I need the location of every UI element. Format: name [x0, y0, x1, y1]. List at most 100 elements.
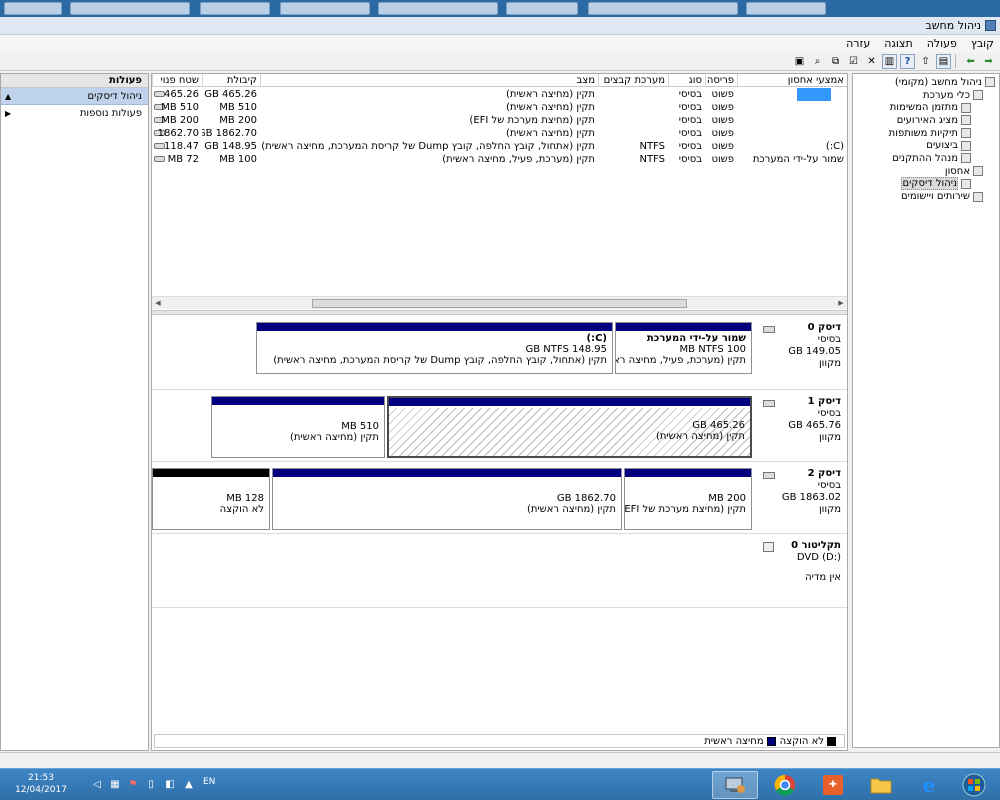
- tree-node[interactable]: ניהול מחשב (מקומי): [855, 76, 995, 89]
- taskbar-app[interactable]: ✚: [810, 771, 856, 799]
- volume-row[interactable]: פשוט בסיסי תקין (מחיצה ראשית) 510 MB 510 MB: [152, 101, 847, 114]
- col-free-space[interactable]: שטח פנוי: [152, 74, 202, 87]
- tree-node[interactable]: כלי מערכת: [855, 89, 995, 102]
- action-disk-management[interactable]: ניהול דיסקים ▲: [1, 88, 148, 105]
- disk-row: דיסק 1 בסיסי 465.76 GB מקוון 465.26 GB ת…: [152, 392, 847, 462]
- volume-row[interactable]: פשוט בסיסי תקין (מחיצת מערכת של EFI) 200 MB…: [152, 114, 847, 127]
- action-center-icon[interactable]: ⚑: [126, 777, 140, 791]
- volume-cell-status: תקין (מחיצה ראשית): [505, 128, 595, 139]
- tray-app-icon[interactable]: ◧: [163, 777, 177, 791]
- language-indicator[interactable]: EN: [203, 777, 215, 787]
- menu-file[interactable]: קובץ: [971, 37, 994, 50]
- col-layout[interactable]: פריסה: [705, 74, 737, 87]
- volume-icon[interactable]: ◁: [90, 777, 104, 791]
- tree-node-label: תיקיות משותפות: [888, 127, 958, 139]
- volume-row[interactable]: פשוט בסיסי תקין (מחיצה ראשית) 465.26 GB 465.…: [152, 88, 847, 101]
- partition-c-drive[interactable]: (C:) 148.95 GB NTFS תקין (אתחול, קובץ הח…: [256, 322, 613, 374]
- forward-arrow-icon[interactable]: ⬅: [963, 54, 978, 69]
- browser-tab[interactable]: [506, 2, 578, 15]
- dvd-drive-icon: [763, 542, 774, 552]
- back-arrow-icon[interactable]: ➡: [981, 54, 996, 69]
- disk-icon[interactable]: ▣: [792, 54, 807, 69]
- tree-node[interactable]: ניהול דיסקים: [855, 177, 995, 191]
- submenu-arrow-icon[interactable]: ▶: [5, 105, 11, 122]
- tree-node[interactable]: שירותים ויישומים: [855, 190, 995, 203]
- taskbar-internet-explorer[interactable]: e: [906, 771, 952, 799]
- partition-title: שמור על-ידי המערכת: [646, 333, 746, 344]
- volume-cell-type: בסיסי: [678, 102, 702, 113]
- browser-tab[interactable]: [70, 2, 190, 15]
- col-status[interactable]: מצב: [260, 74, 598, 87]
- properties-icon[interactable]: ☑: [846, 54, 861, 69]
- partition-status: תקין (מחיצה ראשית): [655, 431, 745, 442]
- volume-cell-fs: [598, 88, 668, 101]
- console-tree-icon[interactable]: ⇧: [918, 54, 933, 69]
- tree-node[interactable]: מנהל ההתקנים: [855, 152, 995, 165]
- col-filesystem[interactable]: מערכת קבצים: [598, 74, 668, 87]
- tree-node[interactable]: אחסון: [855, 165, 995, 178]
- menu-help[interactable]: עזרה: [846, 37, 870, 50]
- col-volume[interactable]: אמצעי אחסון: [737, 74, 847, 87]
- disk-label[interactable]: דיסק 0 בסיסי 149.05 GB מקוון: [757, 322, 845, 374]
- tools-icon: [973, 90, 983, 101]
- usb-device-icon[interactable]: ▯: [144, 777, 158, 791]
- windows-start-icon: [962, 773, 986, 797]
- delete-icon[interactable]: ✕: [864, 54, 879, 69]
- horizontal-scrollbar[interactable]: ◀ ▶: [152, 296, 847, 309]
- partition[interactable]: 510 MB תקין (מחיצה ראשית): [211, 396, 385, 458]
- partition[interactable]: 1862.70 GB תקין (מחיצה ראשית): [272, 468, 622, 530]
- start-button[interactable]: [954, 771, 994, 799]
- taskbar: 21:53 12/04/2017 ◁ ▦ ⚑ ▯ ◧ ▲ EN ✚ e: [0, 768, 1000, 800]
- dvd-label[interactable]: תקליטור 0 DVD (D:) אין מדיה: [757, 540, 845, 600]
- format-icon[interactable]: ⧉: [828, 54, 843, 69]
- partition-unallocated[interactable]: 128 MB לא הוקצה: [152, 468, 270, 530]
- disk-label[interactable]: דיסק 1 בסיסי 465.76 GB מקוון: [757, 396, 845, 448]
- scroll-left-icon[interactable]: ◀: [152, 297, 164, 310]
- partition-status: תקין (מחיצה ראשית): [526, 504, 616, 515]
- partition-efi[interactable]: 200 MB תקין (מחיצת מערכת של EFI): [624, 468, 752, 530]
- search-icon[interactable]: ⌕: [810, 54, 825, 69]
- partition-selected[interactable]: 465.26 GB תקין (מחיצה ראשית): [387, 396, 752, 458]
- tree-node[interactable]: מציג האירועים: [855, 114, 995, 127]
- tree-node[interactable]: ביצועים: [855, 139, 995, 152]
- browser-tab[interactable]: [588, 2, 738, 15]
- col-capacity[interactable]: קיבולת: [202, 74, 260, 87]
- disk-label[interactable]: דיסק 2 בסיסי 1863.02 GB מקוון: [757, 468, 845, 520]
- volume-cell-type: בסיסי: [678, 141, 702, 152]
- partition-system-reserved[interactable]: שמור על-ידי המערכת 100 MB NTFS תקין (מער…: [615, 322, 752, 374]
- volume-row[interactable]: שמור על-ידי המערכת פשוט בסיסי NTFS תקין (מער…: [152, 153, 847, 166]
- pane-splitter[interactable]: [152, 310, 847, 315]
- partition-size: 148.95 GB NTFS: [525, 344, 608, 355]
- menu-view[interactable]: תצוגה: [884, 37, 912, 50]
- app-icon: ✚: [823, 775, 843, 795]
- taskbar-computer-management[interactable]: [712, 771, 758, 799]
- browser-tab[interactable]: [378, 2, 498, 15]
- volume-row[interactable]: (C:) פשוט בסיסי NTFS תקין (אתחול, קובץ החלפה…: [152, 140, 847, 153]
- taskbar-file-explorer[interactable]: [858, 771, 904, 799]
- show-hidden-icons-icon[interactable]: ▲: [182, 777, 196, 791]
- scroll-right-icon[interactable]: ▶: [835, 297, 847, 310]
- browser-tab[interactable]: [746, 2, 826, 15]
- scrollbar-thumb[interactable]: [312, 299, 687, 308]
- network-icon[interactable]: ▦: [108, 777, 122, 791]
- tree-node[interactable]: תיקיות משותפות: [855, 127, 995, 140]
- clock[interactable]: 21:53 12/04/2017: [6, 772, 76, 796]
- browser-tab[interactable]: [4, 2, 62, 15]
- browser-tab[interactable]: [200, 2, 270, 15]
- tree-node[interactable]: מתזמן המשימות: [855, 101, 995, 114]
- taskbar-chrome[interactable]: [762, 771, 808, 799]
- show-hide-pane-icon[interactable]: ▥: [882, 53, 897, 69]
- disk-management-icon: [961, 178, 971, 189]
- actions-header: פעולות: [1, 74, 148, 88]
- browser-tab[interactable]: [280, 2, 370, 15]
- hard-disk-icon: [763, 400, 775, 407]
- collapse-arrow-icon[interactable]: ▲: [5, 88, 11, 105]
- volume-cell-type: בסיסי: [678, 115, 702, 126]
- action-more-actions[interactable]: פעולות נוספות ▶: [1, 105, 148, 122]
- performance-icon: [961, 140, 971, 151]
- up-folder-icon[interactable]: ▤: [936, 53, 951, 69]
- volume-row[interactable]: פשוט בסיסי תקין (מחיצה ראשית) 1862.70 GB186…: [152, 127, 847, 140]
- col-type[interactable]: סוג: [668, 74, 705, 87]
- menu-action[interactable]: פעולה: [927, 37, 957, 50]
- help-icon[interactable]: ?: [900, 53, 915, 69]
